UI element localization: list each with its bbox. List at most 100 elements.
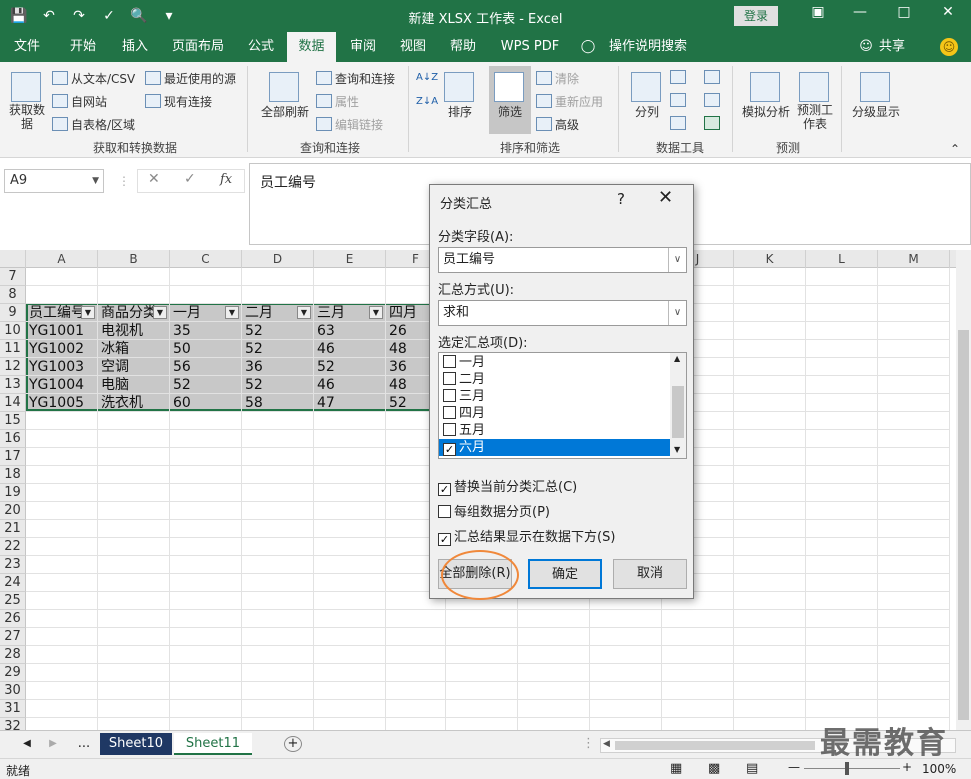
filter-dropdown-icon[interactable]: ▼ xyxy=(153,306,167,319)
table-cell[interactable]: 35 xyxy=(170,322,240,340)
login-button[interactable]: 登录 xyxy=(734,6,778,26)
tab-home[interactable]: 开始 xyxy=(58,32,108,62)
row-header-10[interactable]: 10 xyxy=(0,322,26,340)
forecast-sheet-button[interactable]: 预测工作表 xyxy=(796,72,834,131)
queries-connections-button[interactable]: 查询和连接 xyxy=(316,70,395,87)
scroll-down-icon[interactable]: ▼ xyxy=(674,445,680,454)
row-header-20[interactable]: 20 xyxy=(0,502,26,520)
zoom-slider[interactable] xyxy=(804,768,900,769)
name-box-dropdown-icon[interactable]: ▼ xyxy=(92,170,99,192)
list-item[interactable]: 一月 xyxy=(439,354,671,371)
close-dialog-icon[interactable]: ✕ xyxy=(658,187,673,208)
sort-az-icon[interactable]: A↓Z Z↓A xyxy=(416,72,442,108)
horizontal-scroll-thumb[interactable] xyxy=(615,741,815,750)
row-header-12[interactable]: 12 xyxy=(0,358,26,376)
list-item[interactable]: 四月 xyxy=(439,405,671,422)
print-preview-icon[interactable]: 🔍 xyxy=(128,5,150,27)
row-header-18[interactable]: 18 xyxy=(0,466,26,484)
vertical-scroll-thumb[interactable] xyxy=(958,330,969,720)
customize-qat-icon[interactable]: ▾ xyxy=(158,5,180,27)
tab-view[interactable]: 视图 xyxy=(390,32,436,62)
data-validation-icon[interactable] xyxy=(670,116,686,130)
checkbox-unchecked-icon[interactable] xyxy=(443,406,456,419)
replace-current-checkbox[interactable]: ✓ 替换当前分类汇总(C) xyxy=(438,476,577,496)
table-cell[interactable]: 电脑 xyxy=(98,376,168,394)
edit-links-button[interactable]: 编辑链接 xyxy=(316,116,383,133)
zoom-slider-thumb[interactable] xyxy=(845,762,849,775)
summary-below-checkbox[interactable]: ✓ 汇总结果显示在数据下方(S) xyxy=(438,526,615,546)
next-sheet-icon[interactable]: ▶ xyxy=(46,733,60,755)
remove-duplicates-icon[interactable] xyxy=(670,93,686,107)
field-select[interactable]: 员工编号 ∨ xyxy=(438,247,687,273)
cancel-button[interactable]: 取消 xyxy=(613,559,687,589)
from-text-csv-button[interactable]: 从文本/CSV xyxy=(52,70,135,87)
flash-fill-icon[interactable] xyxy=(670,70,686,84)
format-painter-icon[interactable]: ✓ xyxy=(98,5,120,27)
filter-dropdown-icon[interactable]: ▼ xyxy=(369,306,383,319)
tab-file[interactable]: 文件 xyxy=(4,32,50,62)
maximize-icon[interactable]: □ xyxy=(892,4,916,20)
properties-button[interactable]: 属性 xyxy=(316,93,359,110)
sort-button[interactable]: 排序 xyxy=(443,72,477,120)
advanced-filter-button[interactable]: 高级 xyxy=(536,116,579,133)
close-icon[interactable]: ✕ xyxy=(936,4,960,20)
table-cell[interactable]: 52 xyxy=(314,358,384,376)
row-header-22[interactable]: 22 xyxy=(0,538,26,556)
tab-wps-pdf[interactable]: WPS PDF xyxy=(494,32,566,62)
list-item[interactable]: 五月 xyxy=(439,422,671,439)
tab-help[interactable]: 帮助 xyxy=(440,32,486,62)
row-header-24[interactable]: 24 xyxy=(0,574,26,592)
table-cell[interactable]: 60 xyxy=(170,394,240,412)
enter-entry-icon[interactable]: ✓ xyxy=(184,171,196,187)
row-header-26[interactable]: 26 xyxy=(0,610,26,628)
checkbox-checked-icon[interactable]: ✓ xyxy=(438,483,451,496)
row-header-15[interactable]: 15 xyxy=(0,412,26,430)
insert-function-icon[interactable]: fx xyxy=(220,172,232,187)
table-cell[interactable]: 冰箱 xyxy=(98,340,168,358)
row-header-23[interactable]: 23 xyxy=(0,556,26,574)
scroll-left-icon[interactable]: ◀ xyxy=(603,739,610,749)
sheet-tab-sheet10[interactable]: Sheet10 xyxy=(100,733,172,755)
column-header-m[interactable]: M xyxy=(878,250,950,268)
row-header-27[interactable]: 27 xyxy=(0,628,26,646)
filter-dropdown-icon[interactable]: ▼ xyxy=(81,306,95,319)
zoom-in-icon[interactable]: + xyxy=(902,760,912,774)
list-item[interactable]: 三月 xyxy=(439,388,671,405)
filter-dropdown-icon[interactable]: ▼ xyxy=(225,306,239,319)
zoom-out-icon[interactable]: — xyxy=(788,760,800,774)
select-all-corner[interactable] xyxy=(0,250,26,268)
name-box[interactable]: A9 ▼ xyxy=(4,169,104,193)
table-cell[interactable]: 电视机 xyxy=(98,322,168,340)
tab-review[interactable]: 审阅 xyxy=(340,32,386,62)
table-cell[interactable]: 56 xyxy=(170,358,240,376)
row-header-30[interactable]: 30 xyxy=(0,682,26,700)
row-header-25[interactable]: 25 xyxy=(0,592,26,610)
share-button[interactable]: 共享 xyxy=(876,32,908,62)
checkbox-unchecked-icon[interactable] xyxy=(443,389,456,402)
row-header-28[interactable]: 28 xyxy=(0,646,26,664)
get-data-button[interactable]: 获取数据 xyxy=(8,72,46,131)
checkbox-unchecked-icon[interactable] xyxy=(443,423,456,436)
table-cell[interactable]: 50 xyxy=(170,340,240,358)
row-header-19[interactable]: 19 xyxy=(0,484,26,502)
checkbox-unchecked-icon[interactable] xyxy=(443,372,456,385)
redo-icon[interactable]: ↷ xyxy=(68,5,90,27)
table-cell[interactable]: YG1001 xyxy=(26,322,96,340)
list-scrollbar[interactable]: ▲ ▼ xyxy=(670,353,686,458)
column-header-e[interactable]: E xyxy=(314,250,386,268)
tab-page-layout[interactable]: 页面布局 xyxy=(166,32,230,62)
ok-button[interactable]: 确定 xyxy=(528,559,602,589)
what-if-analysis-button[interactable]: 模拟分析 xyxy=(740,72,792,120)
from-table-button[interactable]: 自表格/区域 xyxy=(52,116,135,133)
collapse-ribbon-icon[interactable]: ⌃ xyxy=(950,142,960,156)
column-header-d[interactable]: D xyxy=(242,250,314,268)
filter-dropdown-icon[interactable]: ▼ xyxy=(297,306,311,319)
row-header-7[interactable]: 7 xyxy=(0,268,26,286)
row-header-14[interactable]: 14 xyxy=(0,394,26,412)
prev-sheet-icon[interactable]: ◀ xyxy=(20,733,34,755)
vertical-scrollbar[interactable] xyxy=(956,250,971,730)
tab-data[interactable]: 数据 xyxy=(287,32,336,62)
table-cell[interactable]: YG1005 xyxy=(26,394,96,412)
table-cell[interactable]: 63 xyxy=(314,322,384,340)
undo-icon[interactable]: ↶ xyxy=(38,5,60,27)
